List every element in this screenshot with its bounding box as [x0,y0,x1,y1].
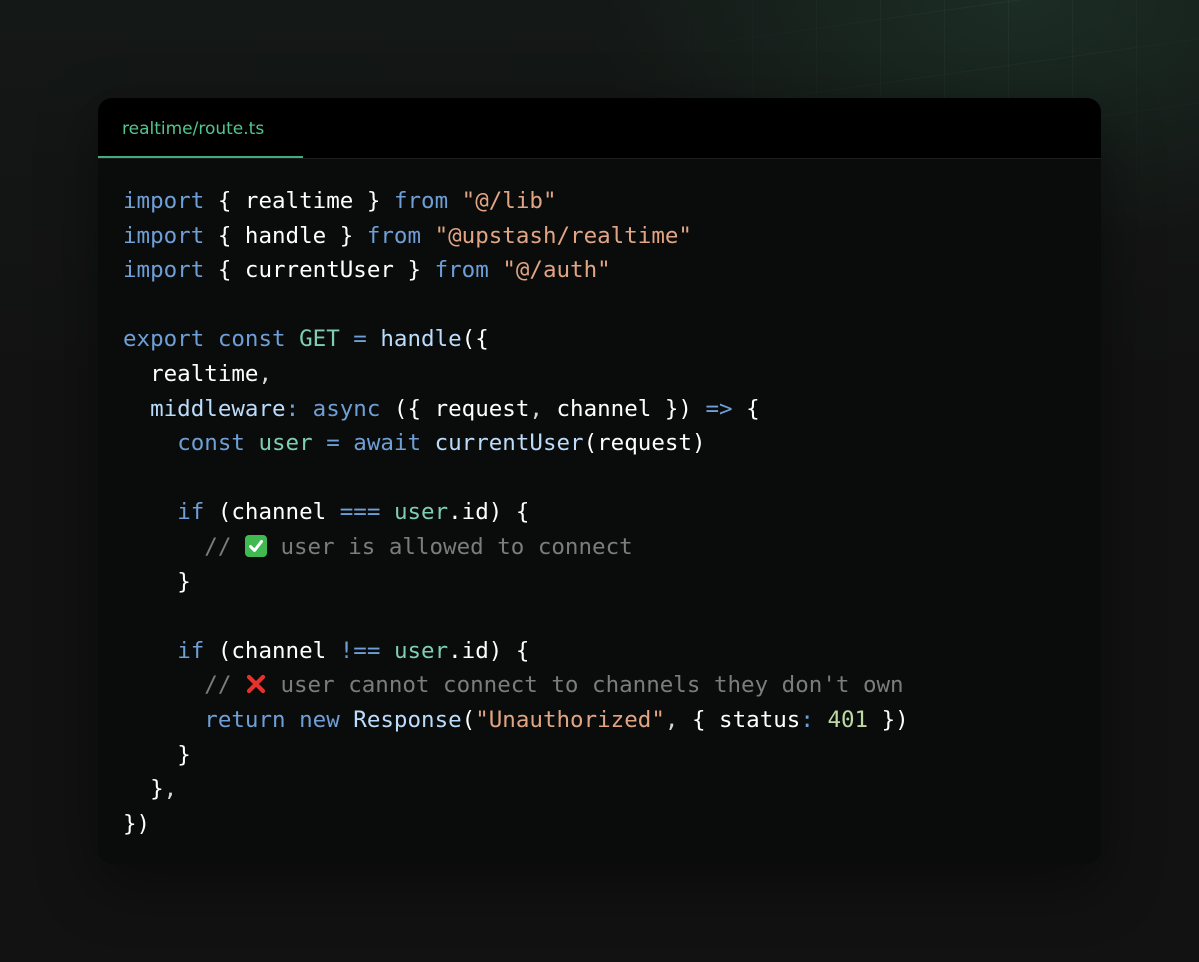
code-line-16: return new Response("Unauthorized", { st… [123,703,909,738]
code-line-1: import { realtime } from "@/lib" [123,184,909,219]
string-literal: "@upstash/realtime" [434,222,692,249]
keyword: if [177,499,205,526]
code-text: }) [868,706,909,733]
code-text: } [150,776,164,803]
code-text: (request) [583,430,706,457]
keyword: if [177,637,205,664]
keyword: const [177,430,245,457]
code-line-15: // user cannot connect to channels they … [123,668,909,703]
number-literal: 401 [827,706,869,733]
class-name: Response [353,706,462,733]
punctuation: , [163,776,178,803]
keyword: from [393,188,449,214]
operator: = [326,430,340,457]
keyword: new [299,706,340,733]
keyword: await [353,430,422,457]
code-text: { handle } [204,222,367,249]
code-line-3: import { currentUser } from "@/auth" [123,253,909,288]
code-line-19: }) [123,807,909,842]
code-line-8: const user = await currentUser(request) [123,426,909,461]
comment-slashes: // [204,533,232,560]
variable: user [393,499,449,526]
code-text: ({ [461,326,489,353]
keyword: import [123,188,205,214]
code-text: ({ request [380,395,530,422]
property-name: middleware [150,395,286,422]
code-line-14: if (channel !== user.id) { [123,634,909,669]
tab-bar: realtime/route.ts [98,98,1101,159]
punctuation: : [800,706,814,733]
keyword: async [312,395,381,422]
function-name: currentUser [434,430,584,457]
variable: user [393,637,449,664]
arrow-operator: => [705,395,733,422]
keyword: return [204,706,286,733]
code-window: realtime/route.ts import { realtime } fr… [98,98,1101,864]
code-text: channel }) [542,395,706,422]
check-mark-icon [244,534,267,557]
string-literal: "Unauthorized" [475,706,665,733]
punctuation: , [529,395,543,422]
code-text: realtime [150,360,259,387]
keyword: from [366,222,422,249]
operator: === [339,499,381,526]
code-text: { status [678,706,801,733]
code-text: ( [461,706,476,733]
comment-text: user is allowed to connect [266,533,633,560]
operator: !== [339,637,381,664]
function-name: handle [380,326,462,353]
code-line-17: } [123,738,909,773]
variable: user [258,430,313,457]
variable: GET [299,326,340,353]
code-line-11: // user is allowed to connect [123,530,909,565]
keyword: const [217,326,286,353]
tab-route-file[interactable]: realtime/route.ts [98,98,303,158]
code-line-12: } [123,565,909,600]
code-text: (channel [204,499,340,526]
code-text: { [732,395,760,422]
code-line-6: realtime, [123,357,909,392]
code-line-7: middleware: async ({ request, channel })… [123,392,909,427]
tab-label: realtime/route.ts [122,119,265,139]
code-line-2: import { handle } from "@upstash/realtim… [123,219,909,254]
code-text: .id) { [448,499,530,526]
string-literal: "@/auth" [502,257,611,284]
keyword: export [123,326,205,353]
comment-text: user cannot connect to channels they don… [266,672,904,699]
code-line-10: if (channel === user.id) { [123,495,909,530]
punctuation: , [258,360,273,387]
code-block: import { realtime } from "@/lib" import … [123,184,909,841]
keyword: from [434,257,489,284]
code-text: }) [123,810,151,837]
code-text: (channel [204,637,340,664]
code-text: } [177,741,191,768]
code-line-5: export const GET = handle({ [123,322,909,357]
operator: = [353,326,367,353]
keyword: import [123,257,205,284]
string-literal: "@/lib" [461,188,557,214]
comment-slashes: // [204,672,232,699]
code-text: .id) { [448,637,530,664]
cross-mark-icon [245,673,267,695]
punctuation: : [285,395,300,422]
code-text: { realtime } [204,188,394,214]
code-line-18: }, [123,772,909,807]
code-text: { currentUser } [204,257,435,284]
keyword: import [123,222,205,249]
code-text: } [177,568,191,595]
punctuation: , [664,706,679,733]
